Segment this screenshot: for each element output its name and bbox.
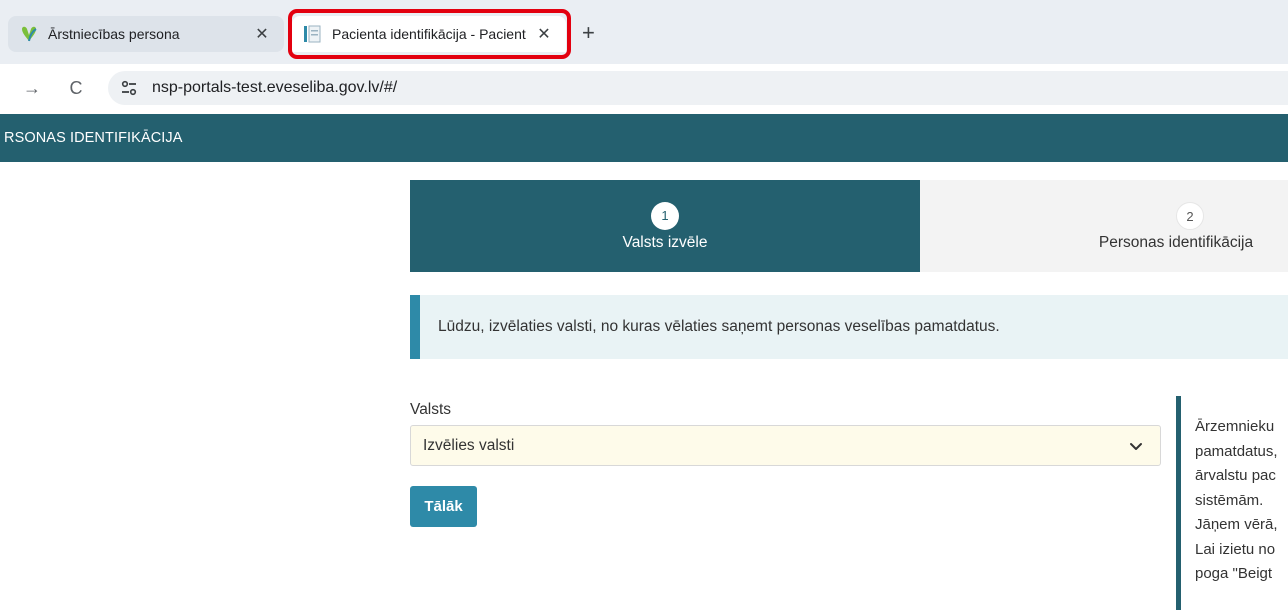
side-panel-line: Ārzemnieku — [1195, 418, 1275, 435]
new-tab-button[interactable]: + — [582, 20, 595, 46]
side-panel-line: Lai izietu no — [1195, 540, 1276, 558]
side-panel-line: sistēmām. — [1195, 491, 1264, 509]
tab-title: Ārstniecības persona — [48, 26, 180, 42]
side-panel-line: pamatdatus, — [1195, 442, 1278, 460]
side-panel-line: poga "Beigt — [1195, 565, 1273, 582]
step-number: 2 — [1176, 202, 1204, 230]
page-title: RSONAS IDENTIFIKĀCIJA — [4, 130, 183, 146]
step-country-selection: 1 Valsts izvēle — [410, 180, 920, 272]
reload-icon[interactable]: C — [62, 74, 90, 102]
step-label: Personas identifikācija — [1098, 234, 1254, 251]
tune-icon[interactable] — [118, 77, 140, 99]
url-text: nsp-portals-test.eveseliba.gov.lv/#/ — [152, 79, 398, 96]
heart-leaf-icon — [22, 26, 37, 42]
side-panel-line: Jāņem vērā, — [1195, 516, 1278, 533]
info-alert-text: Lūdzu, izvēlaties valsti, no kuras vēlat… — [438, 318, 1000, 335]
country-select-value: Izvēlies valsti — [423, 436, 515, 454]
browser-tab-arstniecibas[interactable]: Ārstniecības persona ✕ — [8, 16, 284, 52]
next-button[interactable]: Tālāk — [410, 486, 477, 527]
side-panel-line: ārvalstu pac — [1195, 467, 1276, 484]
url-field[interactable]: nsp-portals-test.eveseliba.gov.lv/#/ — [108, 71, 1288, 105]
step-label: Valsts izvēle — [622, 234, 708, 251]
browser-tab-strip: Ārstniecības persona ✕ Pacienta identifi… — [0, 0, 1288, 64]
info-alert: Lūdzu, izvēlaties valsti, no kuras vēlat… — [410, 295, 1288, 359]
step-person-identification: 2 Personas identifikācija — [920, 180, 1288, 272]
tab-highlight-annotation — [288, 9, 571, 59]
forward-arrow-icon[interactable]: → — [18, 74, 46, 102]
country-select[interactable]: Izvēlies valsti — [410, 425, 1161, 466]
side-info-panel: Ārzemnieku pamatdatus, ārvalstu pac sist… — [1195, 415, 1288, 587]
chevron-down-icon — [1130, 442, 1142, 450]
address-bar: → C nsp-portals-test.eveseliba.gov.lv/#/ — [0, 64, 1288, 114]
close-icon[interactable]: ✕ — [252, 24, 272, 44]
side-panel-border — [1176, 396, 1181, 610]
app-header: RSONAS IDENTIFIKĀCIJA — [0, 114, 1288, 162]
step-number: 1 — [651, 202, 679, 230]
country-label: Valsts — [410, 401, 452, 418]
